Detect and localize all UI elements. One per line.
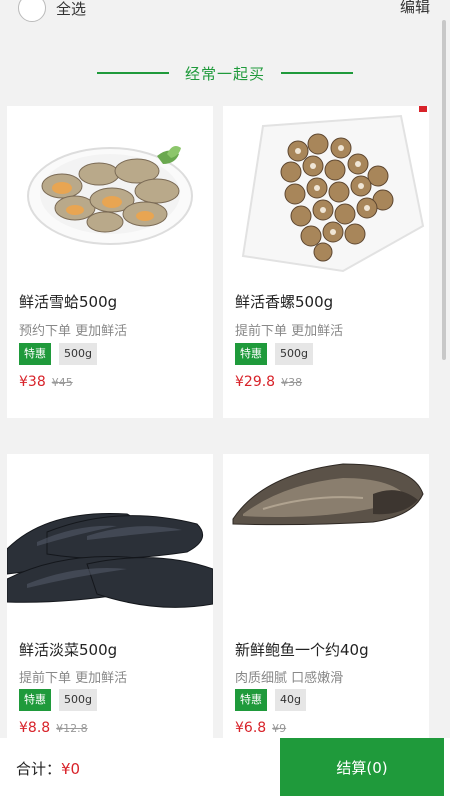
- total-summary: 合计：¥0: [16, 758, 80, 779]
- product-image[interactable]: [7, 106, 213, 278]
- price: ¥8.8: [19, 720, 51, 736]
- price-row: ¥6.8 ¥9: [235, 720, 286, 736]
- original-price: ¥45: [51, 376, 73, 389]
- product-desc: 提前下单 更加鲜活: [235, 324, 344, 339]
- product-name[interactable]: 鲜活雪蛤500g: [19, 291, 117, 312]
- product-desc: 预约下单 更加鲜活: [19, 324, 128, 339]
- product-tags: 特惠 500g: [235, 343, 313, 365]
- product-tags: 特惠 500g: [19, 689, 97, 711]
- original-price: ¥12.8: [56, 722, 88, 735]
- product-image[interactable]: [7, 454, 213, 626]
- price: ¥38: [19, 374, 46, 390]
- product-name[interactable]: 鲜活淡菜500g: [19, 639, 117, 660]
- product-card[interactable]: 新鲜鲍鱼一个约40g 肉质细腻 口感嫩滑 特惠 40g ¥6.8 ¥9: [223, 454, 429, 744]
- divider-right: [281, 72, 353, 74]
- select-all-toggle[interactable]: 全选: [18, 0, 86, 22]
- recommend-section-header: 经常一起买: [0, 60, 450, 86]
- scrollbar[interactable]: [442, 20, 446, 360]
- product-card[interactable]: 鲜活淡菜500g 提前下单 更加鲜活 特惠 500g ¥8.8 ¥12.8: [7, 454, 213, 744]
- product-image[interactable]: [223, 106, 429, 278]
- product-desc: 提前下单 更加鲜活: [19, 671, 128, 686]
- section-title: 经常一起买: [184, 64, 265, 83]
- total-value: ¥0: [61, 760, 81, 778]
- product-desc: 肉质细腻 口感嫩滑: [235, 671, 344, 686]
- divider-left: [96, 72, 169, 74]
- original-price: ¥9: [272, 722, 287, 735]
- product-card[interactable]: 鲜活香螺500g 提前下单 更加鲜活 特惠 500g ¥29.8 ¥38: [223, 106, 429, 418]
- special-badge: 特惠: [19, 343, 51, 365]
- product-name[interactable]: 鲜活香螺500g: [235, 291, 333, 312]
- special-badge: 特惠: [235, 343, 267, 365]
- price-row: ¥29.8 ¥38: [235, 374, 302, 390]
- product-card[interactable]: 鲜活雪蛤500g 预约下单 更加鲜活 特惠 500g ¥38 ¥45: [7, 106, 213, 418]
- price: ¥6.8: [235, 720, 267, 736]
- product-image[interactable]: [223, 454, 429, 626]
- product-tags: 特惠 40g: [235, 689, 306, 711]
- special-badge: 特惠: [235, 689, 267, 711]
- select-all-checkbox[interactable]: [18, 0, 46, 22]
- price-row: ¥8.8 ¥12.8: [19, 720, 88, 736]
- product-tags: 特惠 500g: [19, 343, 97, 365]
- total-label: 合计：: [16, 760, 62, 778]
- spec-badge: 500g: [59, 689, 97, 711]
- spec-badge: 500g: [275, 343, 313, 365]
- select-all-label: 全选: [56, 0, 87, 18]
- cart-top-bar: 全选 编辑: [0, 0, 450, 30]
- spec-badge: 500g: [59, 343, 97, 365]
- checkout-button[interactable]: 结算(0): [280, 738, 444, 796]
- special-badge: 特惠: [19, 689, 51, 711]
- price: ¥29.8: [235, 374, 276, 390]
- edit-button[interactable]: 编辑: [400, 0, 430, 17]
- spec-badge: 40g: [275, 689, 306, 711]
- original-price: ¥38: [281, 376, 303, 389]
- price-row: ¥38 ¥45: [19, 374, 73, 390]
- checkout-bar: 合计：¥0 结算(0): [0, 738, 450, 800]
- product-name[interactable]: 新鲜鲍鱼一个约40g: [235, 639, 369, 660]
